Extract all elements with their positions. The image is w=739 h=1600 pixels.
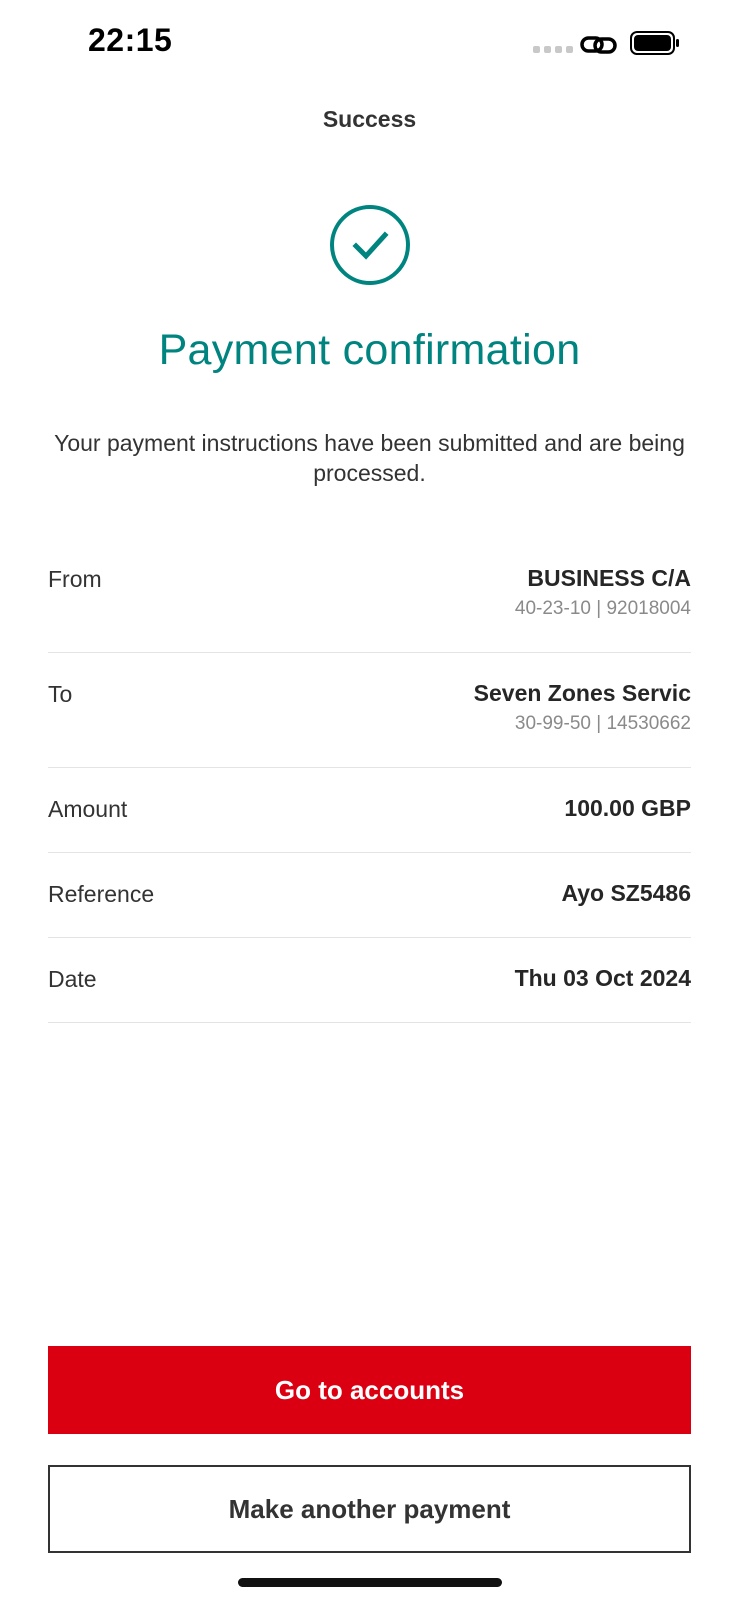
detail-value: Ayo SZ5486: [561, 880, 691, 906]
detail-row-amount: Amount 100.00 GBP: [48, 768, 691, 853]
link-icon: [580, 36, 617, 54]
detail-value: BUSINESS C/A: [527, 565, 691, 591]
detail-row-reference: Reference Ayo SZ5486: [48, 853, 691, 938]
status-time: 22:15: [88, 22, 173, 58]
go-to-accounts-button[interactable]: Go to accounts: [48, 1346, 691, 1434]
detail-label: To: [48, 681, 73, 707]
make-another-payment-button[interactable]: Make another payment: [48, 1465, 691, 1553]
detail-row-date: Date Thu 03 Oct 2024: [48, 938, 691, 1023]
detail-value: Seven Zones Servic: [473, 680, 691, 706]
detail-label: Amount: [48, 796, 128, 822]
cellular-signal-icon: [533, 46, 573, 53]
confirmation-message: Your payment instructions have been subm…: [54, 430, 685, 486]
page-title: Success: [322, 106, 417, 132]
detail-account-number: 40-23-10 | 92018004: [514, 598, 691, 619]
check-circle-icon: [330, 205, 410, 285]
confirmation-title: Payment confirmation: [158, 326, 581, 374]
status-bar: 22:15: [0, 0, 739, 90]
detail-label: From: [48, 566, 102, 592]
detail-value: Thu 03 Oct 2024: [514, 965, 691, 991]
battery-icon: [630, 31, 679, 55]
detail-account-number: 30-99-50 | 14530662: [514, 713, 691, 734]
detail-label: Date: [48, 966, 97, 992]
detail-row-from: From BUSINESS C/A 40-23-10 | 92018004: [48, 538, 691, 653]
detail-label: Reference: [48, 881, 155, 907]
detail-row-to: To Seven Zones Servic 30-99-50 | 1453066…: [48, 653, 691, 768]
payment-details: From BUSINESS C/A 40-23-10 | 92018004 To…: [48, 538, 691, 1023]
detail-value: 100.00 GBP: [564, 795, 691, 821]
home-indicator[interactable]: [238, 1578, 502, 1587]
